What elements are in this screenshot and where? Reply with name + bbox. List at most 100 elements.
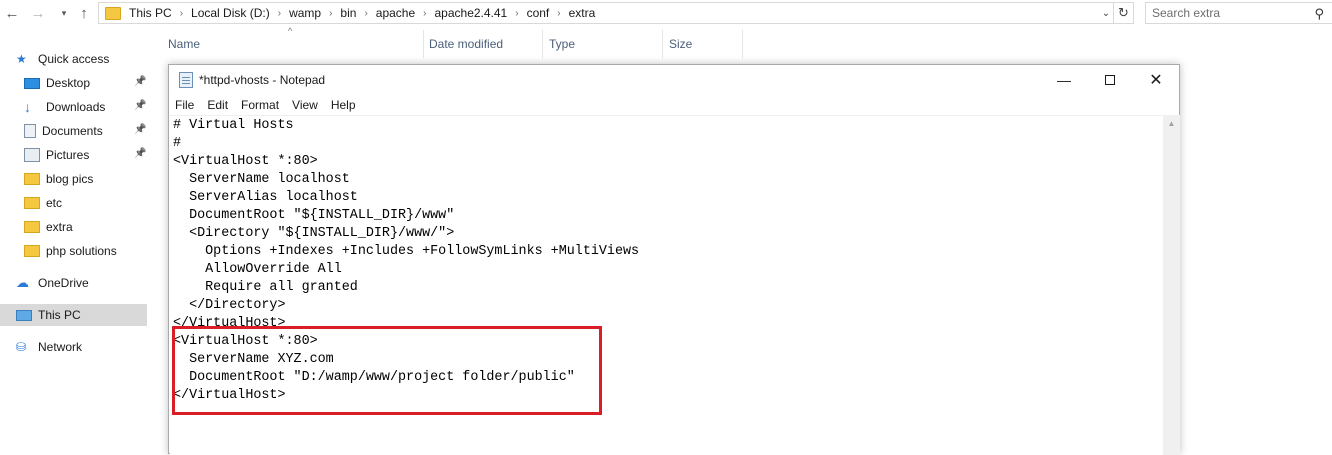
sidebar-item-onedrive[interactable]: ☁ OneDrive — [0, 272, 147, 294]
column-header-size[interactable]: Size — [663, 30, 743, 58]
notepad-icon — [179, 72, 193, 88]
highlight-box — [172, 326, 602, 415]
column-header-label: Date modified — [429, 37, 504, 51]
address-row: ← → ▾ ↑ › This PC › Local Disk (D:) › wamp › bi… — [0, 0, 1332, 26]
column-header-type[interactable]: Type — [543, 30, 663, 58]
sidebar-item-etc[interactable]: etc — [0, 192, 147, 214]
code-line: Options +Indexes +Includes +FollowSymLin… — [173, 244, 640, 259]
sidebar-item-pictures[interactable]: Pictures 📌 — [0, 144, 147, 166]
address-bar[interactable]: › This PC › Local Disk (D:) › wamp › bin › apache… — [98, 2, 1114, 24]
code-line: ServerAlias localhost — [173, 190, 358, 205]
pin-icon[interactable]: 📌 — [134, 124, 146, 135]
sidebar-item-label: Network — [38, 340, 83, 354]
title-bar[interactable]: *httpd-vhosts - Notepad — ✕ — [169, 65, 1179, 95]
sidebar-item-label: Documents — [42, 124, 103, 138]
menu-view[interactable]: View — [292, 98, 318, 112]
minimize-button[interactable]: — — [1041, 65, 1087, 95]
download-icon: ↓ — [24, 99, 31, 115]
sidebar-item-network[interactable]: ⛁ Network — [0, 336, 147, 358]
sidebar-item-extra[interactable]: extra — [0, 216, 147, 238]
sidebar-item-label: Downloads — [46, 100, 106, 114]
document-icon — [24, 124, 36, 138]
folder-icon — [24, 173, 40, 185]
breadcrumb-separator-icon[interactable]: › — [515, 8, 518, 19]
forward-arrow-icon[interactable]: → — [28, 3, 48, 23]
close-button[interactable]: ✕ — [1133, 65, 1179, 95]
recent-locations-chevron-icon[interactable]: ▾ — [54, 3, 74, 23]
breadcrumb-separator-icon[interactable]: › — [180, 8, 183, 19]
sidebar-item-downloads[interactable]: ↓ Downloads 📌 — [0, 96, 147, 118]
folder-icon — [24, 197, 40, 209]
sidebar-item-blog-pics[interactable]: blog pics — [0, 168, 147, 190]
up-arrow-icon[interactable]: ↑ — [74, 3, 94, 23]
sidebar-item-label: OneDrive — [38, 276, 89, 290]
menu-edit[interactable]: Edit — [207, 98, 228, 112]
breadcrumb-item[interactable]: wamp — [289, 6, 321, 20]
breadcrumb-item[interactable]: conf — [527, 6, 550, 20]
refresh-icon[interactable]: ↻ — [1114, 2, 1134, 24]
maximize-icon — [1105, 75, 1115, 85]
breadcrumb-separator-icon[interactable]: › — [364, 8, 367, 19]
code-line: # — [173, 136, 182, 151]
breadcrumb-separator-icon[interactable]: › — [278, 8, 281, 19]
pin-icon[interactable]: 📌 — [134, 148, 146, 159]
pin-icon[interactable]: 📌 — [134, 100, 146, 111]
address-dropdown-icon[interactable]: ⌄ — [1098, 3, 1114, 23]
search-input[interactable]: Search extra ⚲ — [1145, 2, 1332, 24]
column-header-label: Size — [669, 37, 693, 51]
sidebar-item-label: Pictures — [46, 148, 90, 162]
code-line: AllowOverride All — [173, 262, 342, 277]
code-line: ServerName localhost — [173, 172, 350, 187]
breadcrumb-separator-icon[interactable]: › — [329, 8, 332, 19]
close-icon: ✕ — [1149, 72, 1163, 89]
network-icon: ⛁ — [16, 340, 27, 354]
code-line: Require all granted — [173, 280, 358, 295]
column-header-label: Type — [549, 37, 576, 51]
breadcrumb-item[interactable]: bin — [340, 6, 356, 20]
pictures-icon — [24, 148, 40, 162]
navigation-pane: ★ Quick access Desktop 📌 ↓ Downloads 📌 Document… — [0, 26, 160, 449]
window-title: *httpd-vhosts - Notepad — [199, 73, 326, 87]
breadcrumb-separator-icon[interactable]: › — [423, 8, 426, 19]
sidebar-item-label: blog pics — [46, 172, 94, 186]
breadcrumb-item[interactable]: extra — [569, 6, 596, 20]
menu-help[interactable]: Help — [331, 98, 356, 112]
sidebar-item-desktop[interactable]: Desktop 📌 — [0, 72, 147, 94]
computer-icon — [16, 309, 32, 321]
search-icon: ⚲ — [1314, 6, 1324, 21]
breadcrumb-item[interactable]: Local Disk (D:) — [191, 6, 270, 20]
sidebar-item-this-pc[interactable]: This PC — [0, 304, 147, 326]
pin-icon[interactable]: 📌 — [134, 76, 146, 87]
back-arrow-icon[interactable]: ← — [2, 3, 22, 23]
code-line: <VirtualHost *:80> — [173, 154, 318, 169]
sidebar-item-label: php solutions — [46, 244, 117, 258]
sidebar-item-documents[interactable]: Documents 📌 — [0, 120, 147, 142]
sidebar-item-label: This PC — [38, 308, 81, 322]
folder-icon — [24, 221, 40, 233]
sidebar-item-label: Quick access — [38, 52, 110, 66]
breadcrumb-separator-icon[interactable]: › — [557, 8, 560, 19]
sidebar-item-php-solutions[interactable]: php solutions — [0, 240, 147, 262]
search-placeholder: Search extra — [1152, 6, 1221, 20]
breadcrumb-item[interactable]: This PC — [129, 6, 172, 20]
breadcrumb-item[interactable]: apache — [376, 6, 415, 20]
code-line: </Directory> — [173, 298, 286, 313]
column-header-name[interactable]: Name — [162, 30, 424, 58]
menu-format[interactable]: Format — [241, 98, 279, 112]
breadcrumb-item[interactable]: apache2.4.41 — [435, 6, 508, 20]
column-header-label: Name — [168, 37, 201, 51]
sidebar-item-label: extra — [46, 220, 73, 234]
cloud-icon: ☁ — [16, 275, 29, 290]
sidebar-item-label: etc — [46, 196, 63, 210]
menu-file[interactable]: File — [175, 98, 194, 112]
menu-bar: File Edit Format View Help — [169, 95, 1179, 115]
maximize-button[interactable] — [1087, 65, 1133, 95]
scroll-up-icon[interactable]: ▲ — [1163, 115, 1180, 132]
folder-icon — [24, 245, 40, 257]
sidebar-item-quick-access[interactable]: ★ Quick access — [0, 48, 147, 70]
column-header-date-modified[interactable]: Date modified — [423, 30, 543, 58]
folder-icon — [105, 6, 121, 20]
breadcrumb: › This PC › Local Disk (D:) › wamp › bin › apache… — [129, 6, 595, 20]
code-line: DocumentRoot "${INSTALL_DIR}/www" — [173, 208, 455, 223]
vertical-scrollbar[interactable]: ▲ — [1163, 115, 1180, 455]
